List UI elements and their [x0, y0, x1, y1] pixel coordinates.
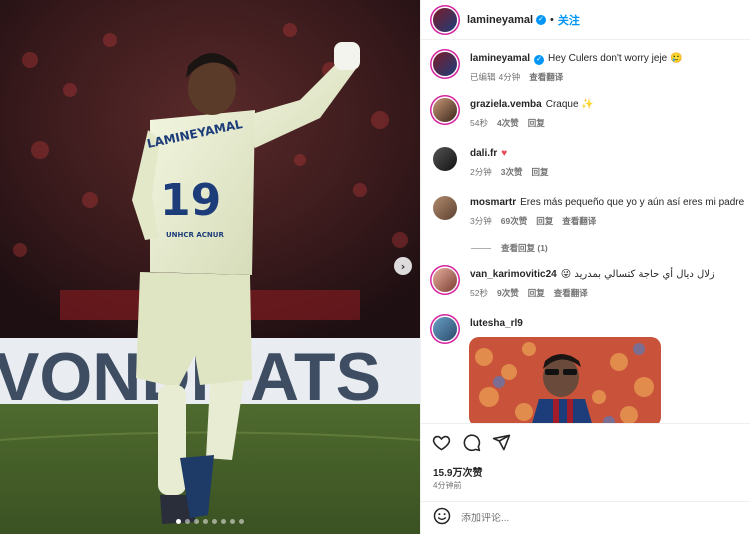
emoji-icon[interactable]	[433, 507, 451, 530]
comment-likes[interactable]: 3次赞	[501, 166, 523, 179]
view-replies-button[interactable]: 查看回复 (1)	[471, 242, 548, 254]
heart-icon[interactable]	[432, 433, 451, 452]
commenter-avatar[interactable]	[433, 317, 457, 341]
reply-button[interactable]: 回复	[536, 215, 553, 228]
next-image-button[interactable]: ›	[394, 257, 412, 275]
view-replies-label: 查看回复 (1)	[501, 243, 548, 253]
translate-link[interactable]: 查看翻译	[554, 287, 588, 300]
carousel-dot[interactable]	[176, 519, 181, 524]
comment-item: graziela.vemba Craque ✨ 54秒 4次赞 回复	[433, 98, 748, 130]
post-side-panel: lamineyamal ✓ • 关注 lamineyamal ✓ Hey Culer…	[420, 0, 750, 534]
comment-likes[interactable]: 69次赞	[501, 215, 527, 228]
carousel-dot[interactable]	[203, 519, 208, 524]
carousel-dot[interactable]	[194, 519, 199, 524]
post-caption: lamineyamal ✓ Hey Culers don't worry jeje …	[433, 52, 748, 84]
comment-item: mosmartr Eres más pequeño que yo y aún as…	[433, 196, 748, 228]
comment-input[interactable]	[461, 512, 721, 524]
post-media: VONDI ATS LAMINEYAMAL 19 UNHCR ACNUR ›	[0, 0, 420, 534]
verified-badge-icon: ✓	[534, 54, 545, 65]
post-header: lamineyamal ✓ • 关注	[421, 0, 750, 40]
author-avatar[interactable]	[433, 52, 457, 76]
replies-divider	[471, 247, 491, 249]
reply-button[interactable]: 回复	[528, 287, 545, 300]
reply-button[interactable]: 回复	[528, 117, 545, 130]
follow-button[interactable]: 关注	[558, 12, 580, 28]
carousel-dots	[0, 519, 420, 524]
comment-text: Craque ✨	[545, 99, 594, 110]
comment-text: 😜 زلال ديال أي حاجة كتسالي بمدريد	[560, 269, 715, 280]
comment-likes[interactable]: 9次赞	[497, 287, 519, 300]
caption-username[interactable]: lamineyamal	[470, 53, 530, 64]
caption-time: 4分钟	[498, 72, 521, 82]
carousel-dot[interactable]	[221, 519, 226, 524]
reply-button[interactable]: 回复	[531, 166, 548, 179]
commenter-avatar[interactable]	[433, 196, 457, 220]
carousel-dot[interactable]	[230, 519, 235, 524]
comment-time: 52秒	[470, 288, 488, 298]
jersey-sponsor: UNHCR ACNUR	[166, 231, 224, 239]
carousel-dot[interactable]	[212, 519, 217, 524]
commenter-avatar[interactable]	[433, 268, 457, 292]
comment-time: 54秒	[470, 118, 488, 128]
caption-text: Hey Culers don't worry jeje 🥲	[548, 53, 683, 64]
comment-text: Eres más pequeño que yo y aún así eres m…	[520, 197, 745, 208]
player-photo: VONDI ATS LAMINEYAMAL 19 UNHCR ACNUR	[0, 0, 420, 534]
author-avatar[interactable]	[433, 7, 457, 32]
comment-username[interactable]: graziela.vemba	[470, 99, 542, 110]
comment-time: 3分钟	[470, 216, 492, 226]
carousel-dot[interactable]	[239, 519, 244, 524]
carousel-dot[interactable]	[185, 519, 190, 524]
edited-label: 已编辑	[470, 72, 496, 82]
comment-username[interactable]: lutesha_rl9	[470, 318, 523, 329]
comment-gif-image[interactable]	[469, 337, 661, 423]
separator: •	[550, 13, 554, 26]
translate-link[interactable]: 查看翻译	[529, 71, 563, 84]
comment-likes[interactable]: 4次赞	[497, 117, 519, 130]
verified-badge-icon: ✓	[536, 14, 547, 25]
comment-item: van_karimovitic24 😜 زلال ديال أي حاجة كتس…	[433, 268, 748, 300]
comment-username[interactable]: van_karimovitic24	[470, 269, 557, 280]
commenter-avatar[interactable]	[433, 147, 457, 171]
comment-text: ♥	[501, 148, 508, 159]
translate-link[interactable]: 查看翻译	[562, 215, 596, 228]
comment-item: dali.fr ♥ 2分钟 3次赞 回复	[433, 147, 748, 179]
gif-illustration	[469, 337, 661, 423]
comment-username[interactable]: mosmartr	[470, 197, 516, 208]
add-comment-bar	[421, 501, 750, 534]
jersey-number: 19	[160, 175, 221, 226]
comments-list: lamineyamal ✓ Hey Culers don't worry jeje …	[421, 40, 750, 423]
comment-time: 2分钟	[470, 167, 492, 177]
post-actions: 15.9万次赞 4分钟前	[421, 423, 750, 503]
post-time: 4分钟前	[433, 481, 462, 490]
share-icon[interactable]	[492, 433, 511, 452]
svg-text:ATS: ATS	[250, 339, 381, 415]
comment-username[interactable]: dali.fr	[470, 148, 497, 159]
commenter-avatar[interactable]	[433, 98, 457, 122]
author-username[interactable]: lamineyamal	[467, 14, 533, 26]
instagram-post-modal: VONDI ATS LAMINEYAMAL 19 UNHCR ACNUR › l…	[0, 0, 750, 534]
comment-icon[interactable]	[462, 433, 481, 452]
likes-count[interactable]: 15.9万次赞	[433, 464, 482, 479]
